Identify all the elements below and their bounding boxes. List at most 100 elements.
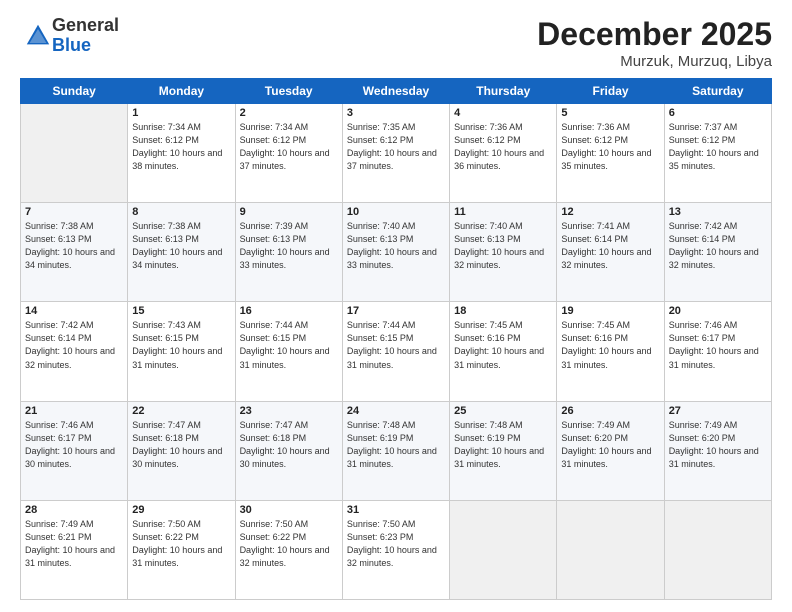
day-cell: 21 Sunrise: 7:46 AM Sunset: 6:17 PM Dayli… — [21, 401, 128, 500]
day-number: 10 — [347, 206, 445, 218]
day-number: 9 — [240, 206, 338, 218]
day-cell: 14 Sunrise: 7:42 AM Sunset: 6:14 PM Dayli… — [21, 302, 128, 401]
day-cell: 29Sunrise: 7:50 AM Sunset: 6:22 PM Dayli… — [128, 500, 235, 599]
day-info: Sunrise: 7:36 AM Sunset: 6:12 PM Dayligh… — [561, 121, 659, 173]
column-header-monday: Monday — [128, 79, 235, 104]
day-cell: 4Sunrise: 7:36 AM Sunset: 6:12 PM Daylig… — [450, 104, 557, 203]
day-info: Sunrise: 7:48 AM Sunset: 6:19 PM Dayligh… — [347, 419, 445, 471]
day-info: Sunrise: 7:44 AM Sunset: 6:15 PM Dayligh… — [240, 319, 338, 371]
day-number: 20 — [669, 305, 767, 317]
day-cell: 8Sunrise: 7:38 AM Sunset: 6:13 PM Daylig… — [128, 203, 235, 302]
column-header-tuesday: Tuesday — [235, 79, 342, 104]
day-cell: 13 Sunrise: 7:42 AM Sunset: 6:14 PM Dayli… — [664, 203, 771, 302]
day-number: 17 — [347, 305, 445, 317]
day-info: Sunrise: 7:45 AM Sunset: 6:16 PM Dayligh… — [561, 319, 659, 371]
day-info: Sunrise: 7:40 AM Sunset: 6:13 PM Dayligh… — [454, 220, 552, 272]
day-cell: 2Sunrise: 7:34 AM Sunset: 6:12 PM Daylig… — [235, 104, 342, 203]
week-row-4: 21 Sunrise: 7:46 AM Sunset: 6:17 PM Dayli… — [21, 401, 772, 500]
day-cell: 23Sunrise: 7:47 AM Sunset: 6:18 PM Dayli… — [235, 401, 342, 500]
day-info: Sunrise: 7:38 AM Sunset: 6:13 PM Dayligh… — [132, 220, 230, 272]
week-row-3: 14 Sunrise: 7:42 AM Sunset: 6:14 PM Dayli… — [21, 302, 772, 401]
day-info: Sunrise: 7:42 AM Sunset: 6:14 PM Dayligh… — [669, 220, 767, 272]
day-info: Sunrise: 7:35 AM Sunset: 6:12 PM Dayligh… — [347, 121, 445, 173]
logo-general: General — [52, 16, 119, 36]
day-cell — [557, 500, 664, 599]
day-info: Sunrise: 7:42 AM Sunset: 6:14 PM Dayligh… — [25, 319, 123, 371]
day-cell: 3 Sunrise: 7:35 AM Sunset: 6:12 PM Daylig… — [342, 104, 449, 203]
day-info: Sunrise: 7:38 AM Sunset: 6:13 PM Dayligh… — [25, 220, 123, 272]
day-cell: 16 Sunrise: 7:44 AM Sunset: 6:15 PM Dayli… — [235, 302, 342, 401]
page: General Blue December 2025 Murzuk, Murzu… — [0, 0, 792, 612]
logo: General Blue — [20, 16, 119, 56]
day-info: Sunrise: 7:39 AM Sunset: 6:13 PM Dayligh… — [240, 220, 338, 272]
day-cell: 1Sunrise: 7:34 AM Sunset: 6:12 PM Daylig… — [128, 104, 235, 203]
day-info: Sunrise: 7:49 AM Sunset: 6:20 PM Dayligh… — [561, 419, 659, 471]
day-cell: 24Sunrise: 7:48 AM Sunset: 6:19 PM Dayli… — [342, 401, 449, 500]
day-cell: 12 Sunrise: 7:41 AM Sunset: 6:14 PM Dayli… — [557, 203, 664, 302]
day-cell — [664, 500, 771, 599]
day-number: 16 — [240, 305, 338, 317]
logo-text: General Blue — [52, 16, 119, 56]
day-number: 18 — [454, 305, 552, 317]
day-number: 5 — [561, 107, 659, 119]
day-cell: 7 Sunrise: 7:38 AM Sunset: 6:13 PM Daylig… — [21, 203, 128, 302]
day-number: 7 — [25, 206, 123, 218]
header-row: SundayMondayTuesdayWednesdayThursdayFrid… — [21, 79, 772, 104]
day-number: 6 — [669, 107, 767, 119]
header: General Blue December 2025 Murzuk, Murzu… — [20, 16, 772, 70]
day-info: Sunrise: 7:48 AM Sunset: 6:19 PM Dayligh… — [454, 419, 552, 471]
day-number: 13 — [669, 206, 767, 218]
day-info: Sunrise: 7:36 AM Sunset: 6:12 PM Dayligh… — [454, 121, 552, 173]
day-info: Sunrise: 7:46 AM Sunset: 6:17 PM Dayligh… — [25, 419, 123, 471]
day-info: Sunrise: 7:34 AM Sunset: 6:12 PM Dayligh… — [132, 121, 230, 173]
day-cell: 30Sunrise: 7:50 AM Sunset: 6:22 PM Dayli… — [235, 500, 342, 599]
day-number: 14 — [25, 305, 123, 317]
day-cell: 17 Sunrise: 7:44 AM Sunset: 6:15 PM Dayli… — [342, 302, 449, 401]
page-title: December 2025 — [537, 16, 772, 53]
day-cell: 18Sunrise: 7:45 AM Sunset: 6:16 PM Dayli… — [450, 302, 557, 401]
calendar-header: SundayMondayTuesdayWednesdayThursdayFrid… — [21, 79, 772, 104]
column-header-saturday: Saturday — [664, 79, 771, 104]
logo-icon — [24, 22, 52, 50]
column-header-friday: Friday — [557, 79, 664, 104]
page-subtitle: Murzuk, Murzuq, Libya — [537, 53, 772, 70]
day-cell: 19 Sunrise: 7:45 AM Sunset: 6:16 PM Dayli… — [557, 302, 664, 401]
day-info: Sunrise: 7:46 AM Sunset: 6:17 PM Dayligh… — [669, 319, 767, 371]
day-info: Sunrise: 7:41 AM Sunset: 6:14 PM Dayligh… — [561, 220, 659, 272]
week-row-1: 1Sunrise: 7:34 AM Sunset: 6:12 PM Daylig… — [21, 104, 772, 203]
calendar-table: SundayMondayTuesdayWednesdayThursdayFrid… — [20, 78, 772, 600]
logo-blue: Blue — [52, 36, 119, 56]
day-number: 12 — [561, 206, 659, 218]
day-cell — [21, 104, 128, 203]
day-info: Sunrise: 7:40 AM Sunset: 6:13 PM Dayligh… — [347, 220, 445, 272]
day-cell: 15Sunrise: 7:43 AM Sunset: 6:15 PM Dayli… — [128, 302, 235, 401]
column-header-wednesday: Wednesday — [342, 79, 449, 104]
day-number: 26 — [561, 405, 659, 417]
day-info: Sunrise: 7:47 AM Sunset: 6:18 PM Dayligh… — [132, 419, 230, 471]
day-number: 31 — [347, 504, 445, 516]
day-info: Sunrise: 7:50 AM Sunset: 6:23 PM Dayligh… — [347, 518, 445, 570]
day-info: Sunrise: 7:49 AM Sunset: 6:21 PM Dayligh… — [25, 518, 123, 570]
column-header-sunday: Sunday — [21, 79, 128, 104]
column-header-thursday: Thursday — [450, 79, 557, 104]
day-cell: 22 Sunrise: 7:47 AM Sunset: 6:18 PM Dayli… — [128, 401, 235, 500]
day-info: Sunrise: 7:37 AM Sunset: 6:12 PM Dayligh… — [669, 121, 767, 173]
day-cell: 10 Sunrise: 7:40 AM Sunset: 6:13 PM Dayli… — [342, 203, 449, 302]
day-cell: 31 Sunrise: 7:50 AM Sunset: 6:23 PM Dayli… — [342, 500, 449, 599]
day-cell: 5 Sunrise: 7:36 AM Sunset: 6:12 PM Daylig… — [557, 104, 664, 203]
day-number: 22 — [132, 405, 230, 417]
day-cell: 27Sunrise: 7:49 AM Sunset: 6:20 PM Dayli… — [664, 401, 771, 500]
day-info: Sunrise: 7:50 AM Sunset: 6:22 PM Dayligh… — [132, 518, 230, 570]
day-cell: 20 Sunrise: 7:46 AM Sunset: 6:17 PM Dayli… — [664, 302, 771, 401]
calendar-body: 1Sunrise: 7:34 AM Sunset: 6:12 PM Daylig… — [21, 104, 772, 600]
day-cell — [450, 500, 557, 599]
day-info: Sunrise: 7:47 AM Sunset: 6:18 PM Dayligh… — [240, 419, 338, 471]
day-number: 25 — [454, 405, 552, 417]
day-number: 19 — [561, 305, 659, 317]
day-number: 21 — [25, 405, 123, 417]
day-number: 3 — [347, 107, 445, 119]
day-info: Sunrise: 7:44 AM Sunset: 6:15 PM Dayligh… — [347, 319, 445, 371]
title-block: December 2025 Murzuk, Murzuq, Libya — [537, 16, 772, 70]
day-info: Sunrise: 7:49 AM Sunset: 6:20 PM Dayligh… — [669, 419, 767, 471]
day-info: Sunrise: 7:43 AM Sunset: 6:15 PM Dayligh… — [132, 319, 230, 371]
